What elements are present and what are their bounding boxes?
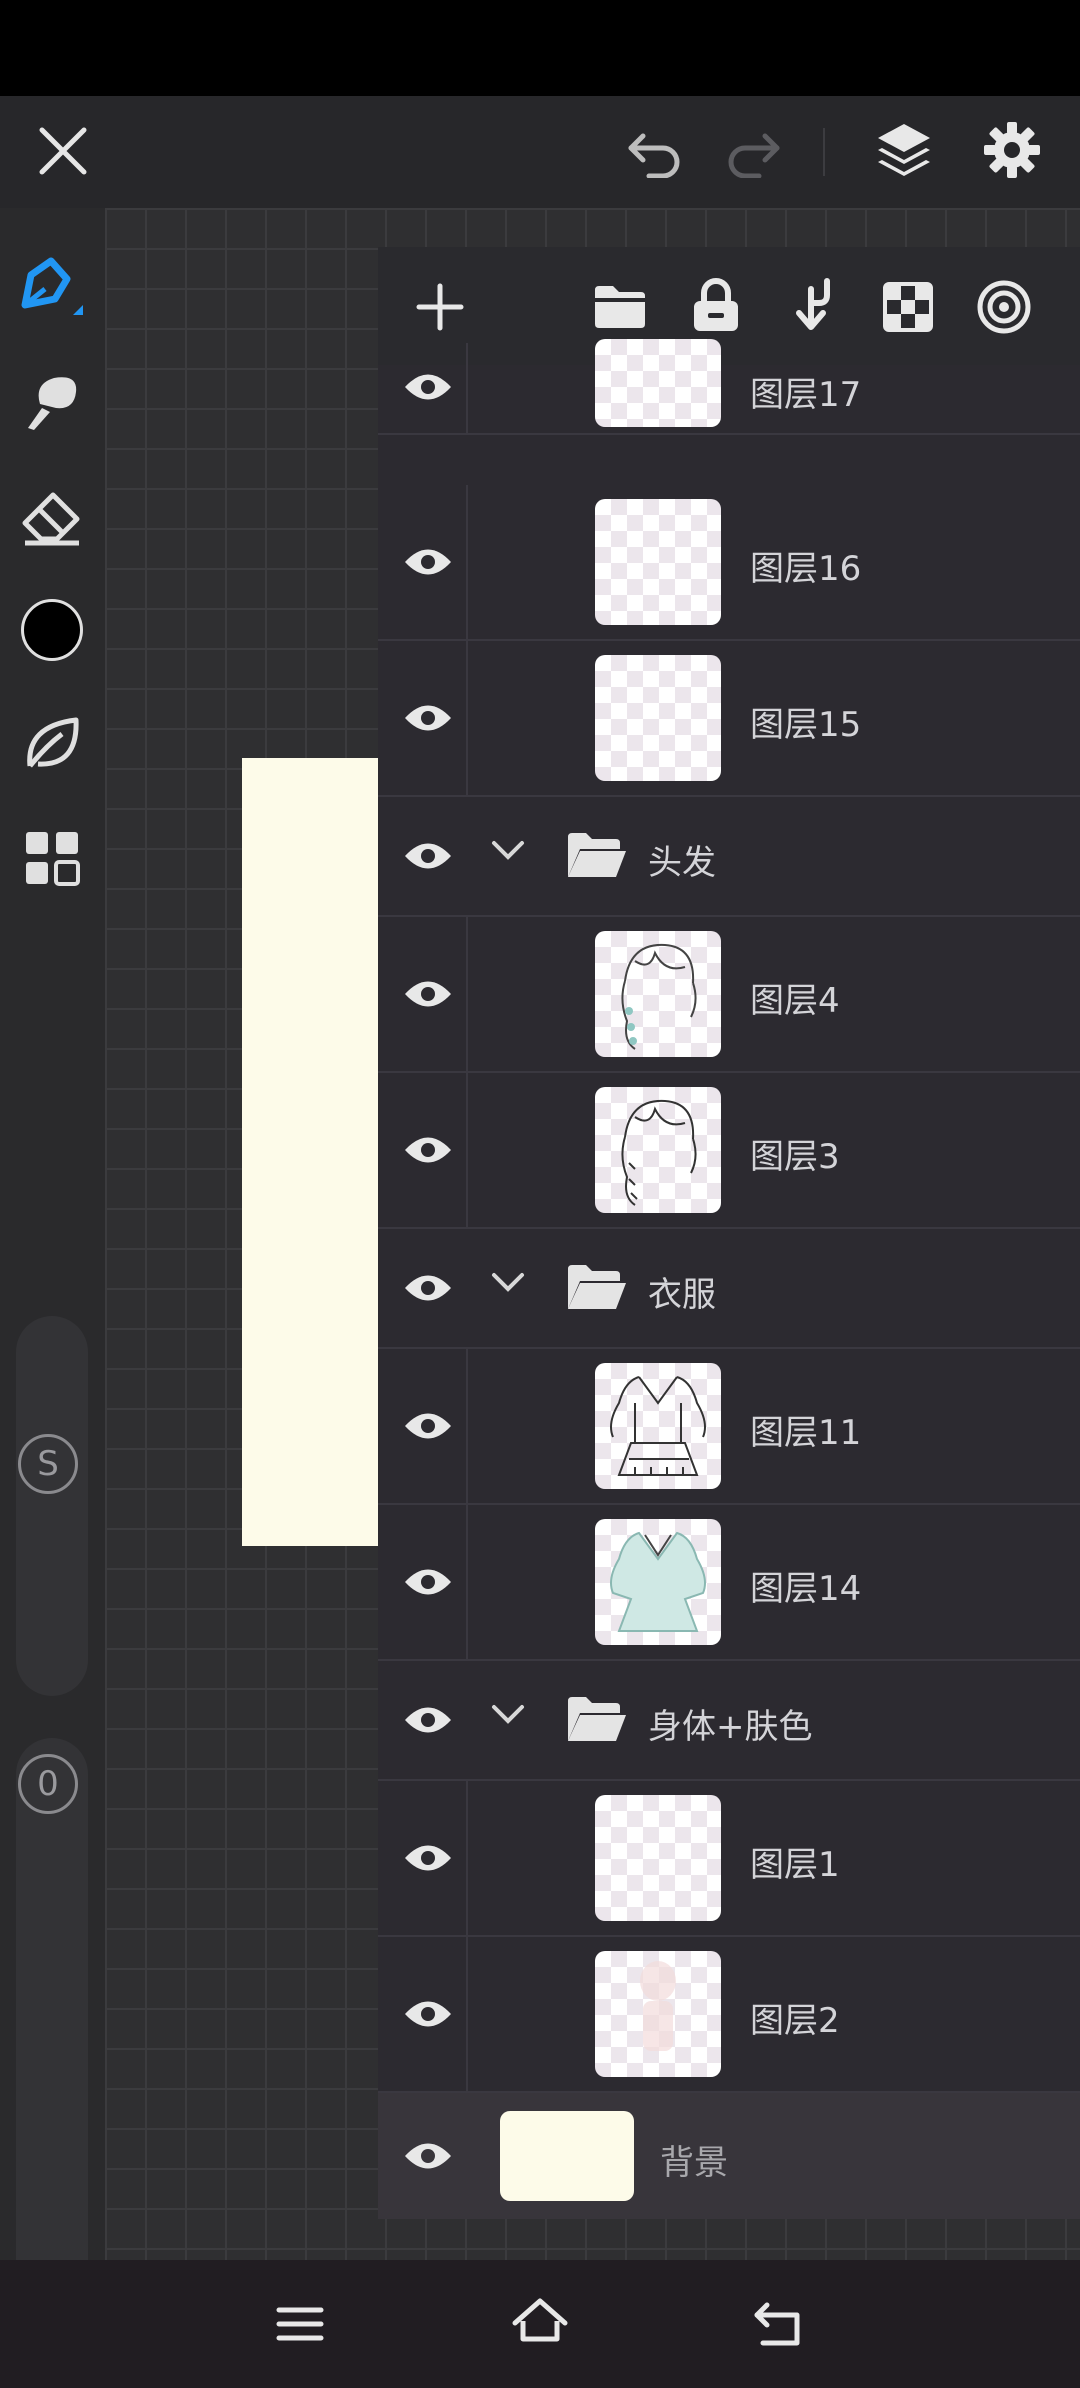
layer-name: 图层1	[750, 1845, 840, 1885]
layer-row[interactable]: 图层14	[378, 1505, 1080, 1661]
eye-icon[interactable]	[398, 1690, 458, 1750]
redo-icon[interactable]	[720, 120, 786, 186]
eye-icon[interactable]	[398, 357, 458, 417]
size-slider[interactable]	[16, 1316, 88, 1696]
opacity-slider[interactable]	[16, 1738, 88, 2328]
checker-icon[interactable]	[876, 275, 940, 339]
layer-thumbnail	[595, 339, 721, 427]
group-row[interactable]: 头发	[378, 797, 1080, 917]
layer-row[interactable]: 图层2	[378, 1937, 1080, 2093]
eraser-icon[interactable]	[14, 478, 90, 554]
group-row[interactable]: 身体+肤色	[378, 1661, 1080, 1781]
gear-icon[interactable]	[976, 114, 1048, 186]
eye-icon[interactable]	[398, 1396, 458, 1456]
chevron-down-icon[interactable]	[490, 1271, 526, 1299]
add-icon[interactable]	[408, 275, 472, 339]
top-toolbar	[0, 96, 1080, 208]
eye-icon[interactable]	[398, 1120, 458, 1180]
size-slider-label: S	[18, 1434, 78, 1494]
layers-icon[interactable]	[868, 114, 940, 186]
status-bar	[0, 0, 1080, 96]
folder-icon[interactable]	[588, 275, 652, 339]
left-toolbar: S 0	[0, 208, 105, 2328]
menu-icon[interactable]	[268, 2294, 332, 2354]
target-icon[interactable]	[972, 275, 1036, 339]
system-nav-bar	[0, 2260, 1080, 2388]
layer-row[interactable]: 图层3	[378, 1073, 1080, 1229]
eye-icon[interactable]	[398, 1828, 458, 1888]
layer-name: 图层4	[750, 981, 840, 1021]
eye-icon[interactable]	[398, 1258, 458, 1318]
grid-icon[interactable]	[14, 820, 90, 896]
layer-thumbnail	[595, 1087, 721, 1213]
group-row[interactable]: 衣服	[378, 1229, 1080, 1349]
toolbar-divider	[823, 128, 825, 176]
layer-thumbnail	[595, 1951, 721, 2077]
eye-icon[interactable]	[398, 532, 458, 592]
layer-name: 图层15	[750, 705, 862, 745]
lock-icon[interactable]	[684, 273, 748, 337]
merge-down-icon[interactable]	[780, 273, 844, 337]
folder-open-icon	[564, 1693, 630, 1749]
pen-icon[interactable]	[14, 250, 90, 326]
group-name: 身体+肤色	[648, 1707, 813, 1747]
folder-open-icon	[564, 829, 630, 885]
layer-row[interactable]: 图层1	[378, 1781, 1080, 1937]
eye-icon[interactable]	[398, 1984, 458, 2044]
undo-icon[interactable]	[622, 120, 688, 186]
group-name: 衣服	[648, 1275, 716, 1315]
folder-open-icon	[564, 1261, 630, 1317]
layer-row[interactable]: 图层17	[378, 339, 1080, 435]
eye-icon[interactable]	[398, 2126, 458, 2186]
layer-thumbnail	[595, 1795, 721, 1921]
layer-row[interactable]: 图层16	[378, 485, 1080, 641]
close-icon[interactable]	[30, 118, 96, 184]
layer-name: 背景	[660, 2143, 728, 2183]
background-layer-row[interactable]: 背景	[378, 2093, 1080, 2219]
brush-icon[interactable]	[14, 364, 90, 440]
chevron-down-icon[interactable]	[490, 1703, 526, 1731]
eye-icon[interactable]	[398, 826, 458, 886]
layer-thumbnail	[595, 1363, 721, 1489]
eye-icon[interactable]	[398, 964, 458, 1024]
layer-name: 图层14	[750, 1569, 862, 1609]
layer-row[interactable]: 图层11	[378, 1349, 1080, 1505]
layer-name: 图层11	[750, 1413, 862, 1453]
background-color-swatch[interactable]	[500, 2111, 634, 2201]
opacity-slider-label: 0	[18, 1754, 78, 1814]
layer-name: 图层16	[750, 549, 862, 589]
layer-row[interactable]: 图层15	[378, 641, 1080, 797]
layers-panel: 图层17 图层16 图层15 头发 图层4 图层3 衣服 图层11 图层14 身…	[378, 247, 1080, 2219]
layer-row[interactable]: 图层4	[378, 917, 1080, 1073]
layer-name: 图层3	[750, 1137, 840, 1177]
leaf-icon[interactable]	[14, 706, 90, 782]
eye-icon[interactable]	[398, 1552, 458, 1612]
color-swatch[interactable]	[18, 596, 86, 664]
layer-thumbnail	[595, 499, 721, 625]
eye-icon[interactable]	[398, 688, 458, 748]
home-icon[interactable]	[508, 2290, 572, 2354]
group-name: 头发	[648, 843, 716, 883]
chevron-down-icon[interactable]	[490, 839, 526, 867]
back-icon[interactable]	[748, 2292, 812, 2356]
layer-thumbnail	[595, 1519, 721, 1645]
layer-name: 图层2	[750, 2001, 840, 2041]
layer-name: 图层17	[750, 375, 862, 415]
layer-thumbnail	[595, 931, 721, 1057]
layer-thumbnail	[595, 655, 721, 781]
